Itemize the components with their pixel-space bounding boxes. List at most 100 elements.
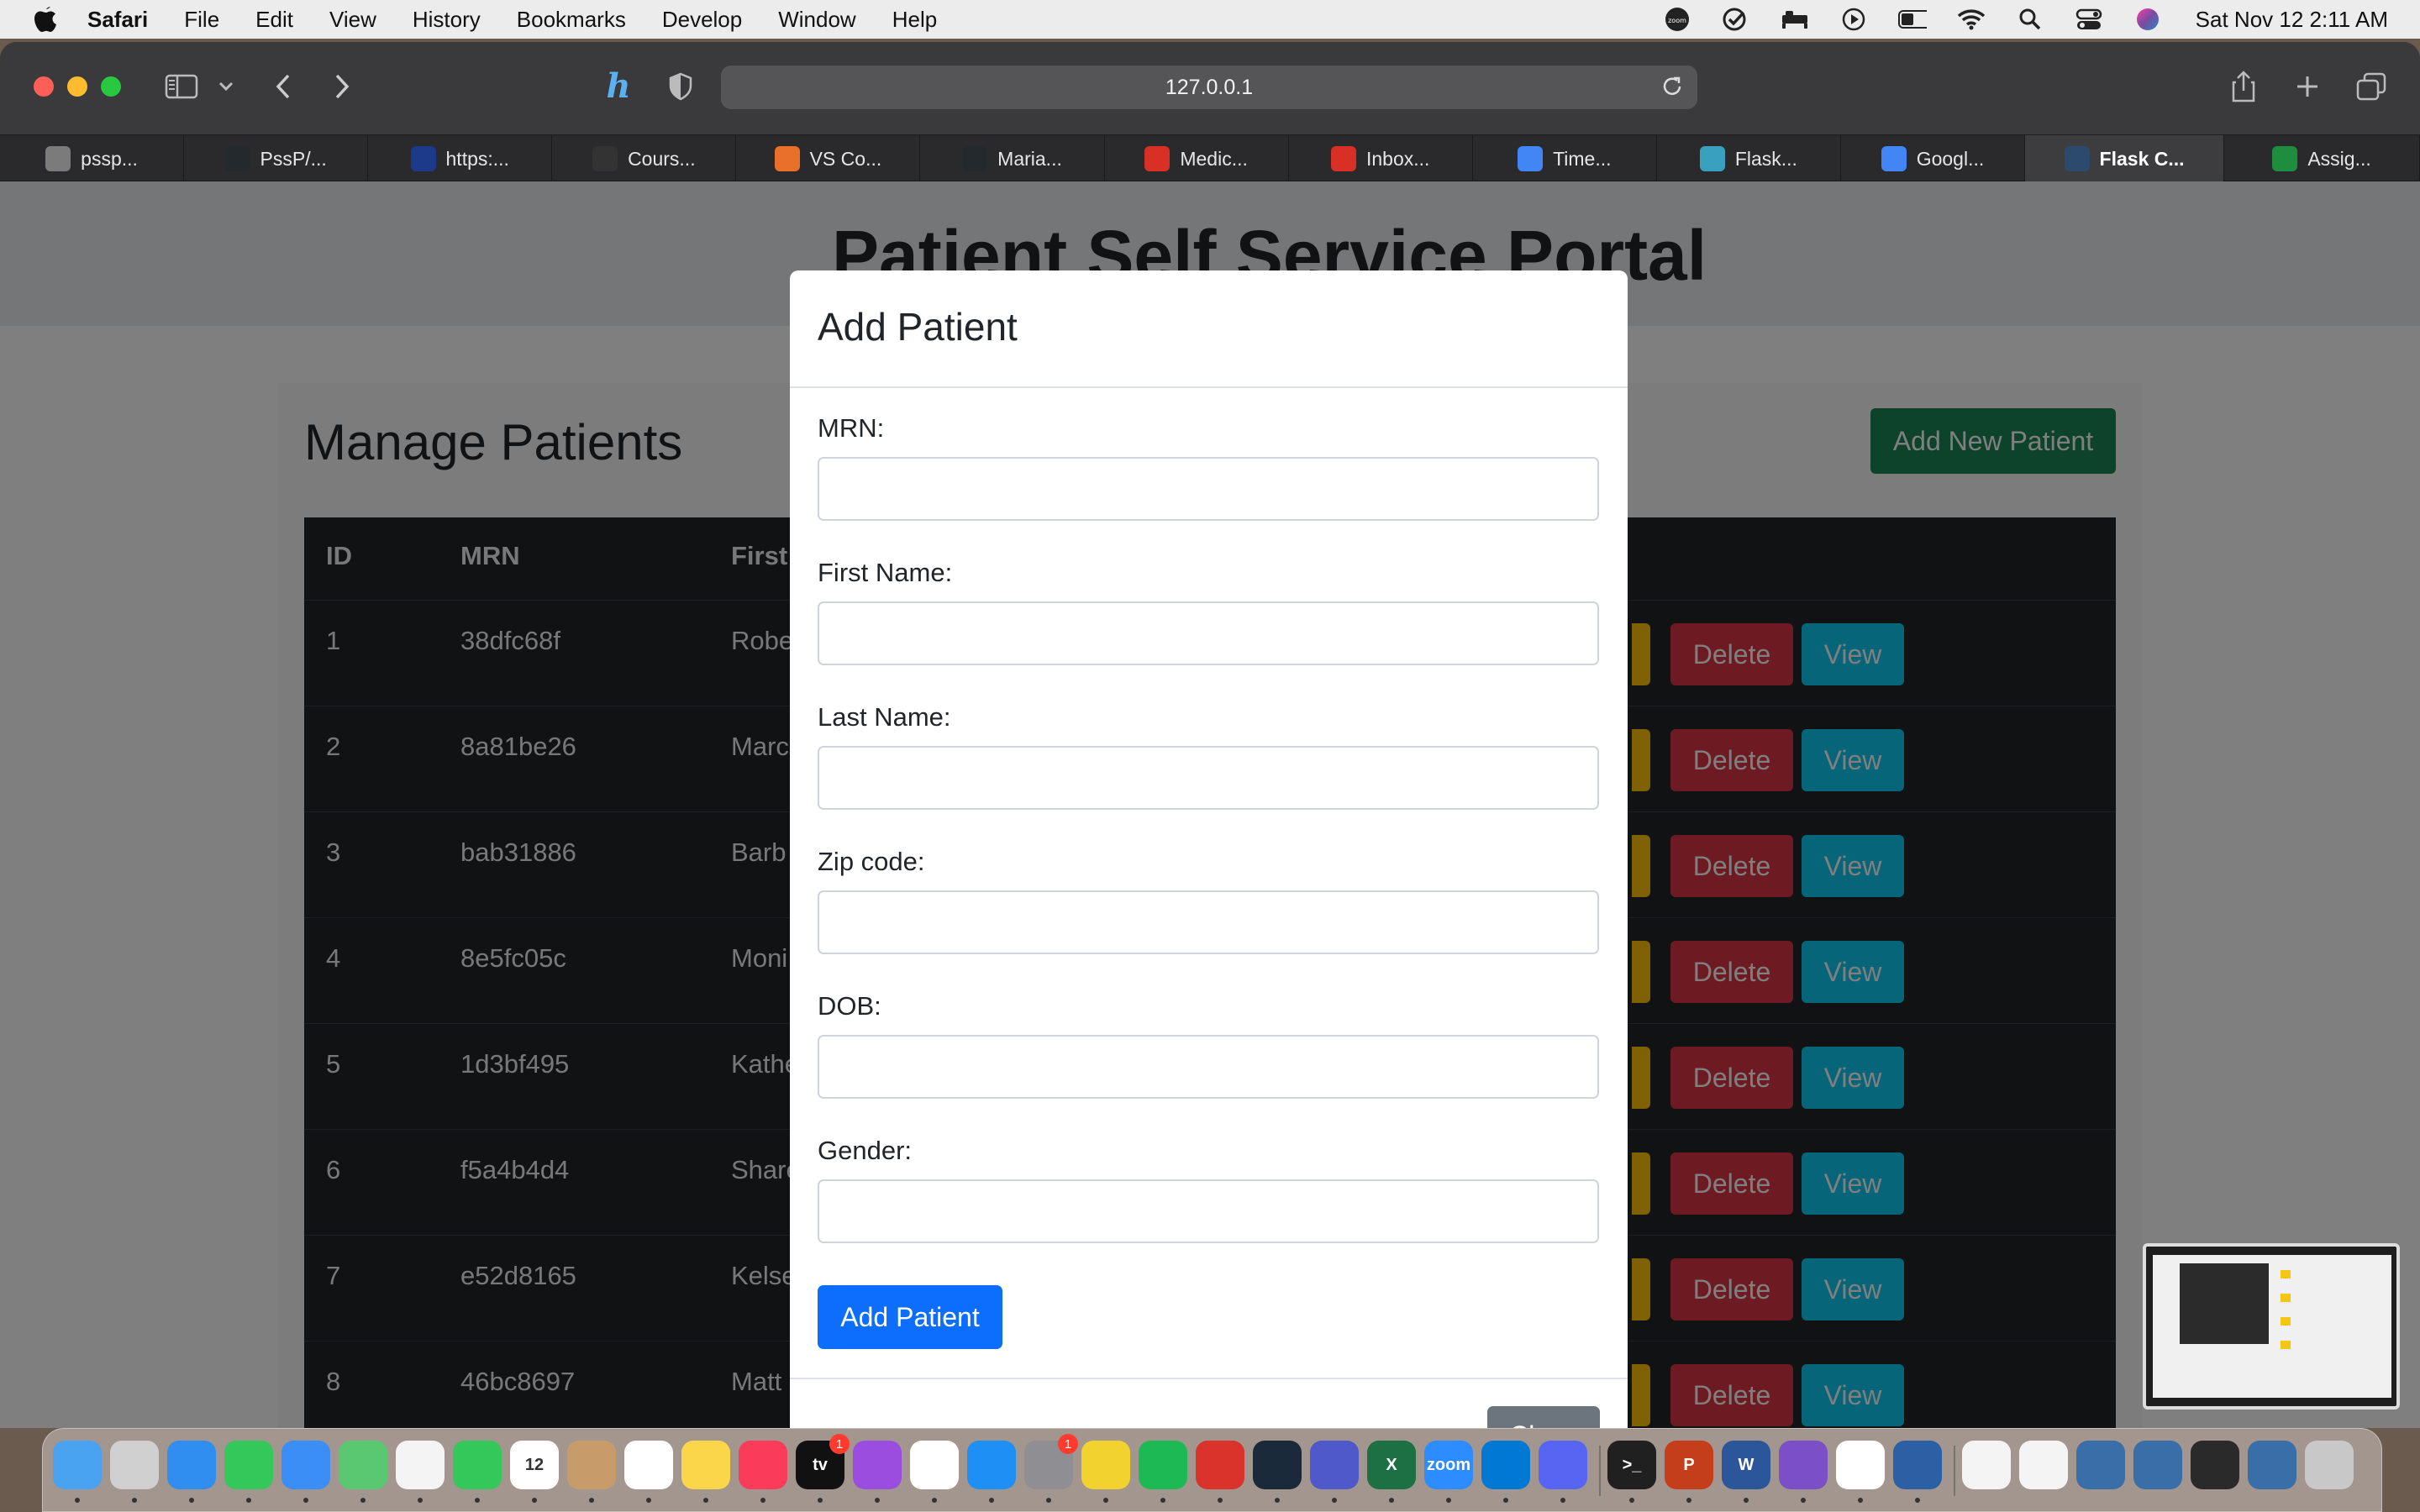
honey-extension-icon[interactable]: h xyxy=(602,67,635,106)
share-icon[interactable] xyxy=(2228,67,2259,106)
reminders-icon[interactable] xyxy=(624,1441,673,1489)
todo-icon[interactable] xyxy=(1081,1441,1130,1489)
zoom-icon[interactable]: zoom xyxy=(1663,7,1691,32)
browser-tab[interactable]: Flask C... xyxy=(2025,135,2225,182)
mysql-workbench-icon[interactable] xyxy=(1893,1441,1942,1489)
mrn-field[interactable] xyxy=(818,457,1599,521)
browser-tab[interactable]: Medic... xyxy=(1105,135,1289,182)
pip-window-thumbnail[interactable] xyxy=(2143,1243,2400,1410)
wifi-icon[interactable] xyxy=(1957,7,1986,32)
browser-tab[interactable]: PssP/... xyxy=(184,135,369,182)
running-indicator xyxy=(360,1498,366,1503)
contacts-icon[interactable] xyxy=(567,1441,616,1489)
first-name-field[interactable] xyxy=(818,601,1599,665)
menu-clock[interactable]: Sat Nov 12 2:11 AM xyxy=(2196,7,2388,33)
menu-window[interactable]: Window xyxy=(778,7,855,33)
trash-icon[interactable] xyxy=(2305,1441,2354,1489)
github-desktop-icon[interactable] xyxy=(1779,1441,1828,1489)
bed-icon[interactable] xyxy=(1781,7,1809,32)
teams-icon[interactable] xyxy=(1310,1441,1359,1489)
zip-code-field[interactable] xyxy=(818,890,1599,954)
terminal-icon[interactable]: >_ xyxy=(1607,1441,1656,1489)
finder-icon[interactable] xyxy=(53,1441,102,1489)
battery-icon[interactable] xyxy=(1897,7,1927,32)
podcasts-icon[interactable] xyxy=(853,1441,902,1489)
browser-tab[interactable]: Inbox... xyxy=(1289,135,1473,182)
web-page: Patient Self Service Portal Manage Patie… xyxy=(0,181,2420,1428)
dob-field[interactable] xyxy=(818,1035,1599,1099)
menu-edit[interactable]: Edit xyxy=(255,7,293,33)
powerpoint-icon[interactable]: P xyxy=(1665,1441,1713,1489)
browser-tab[interactable]: Time... xyxy=(1473,135,1657,182)
discord-icon[interactable] xyxy=(1539,1441,1587,1489)
app-store-icon[interactable] xyxy=(967,1441,1016,1489)
checkmark-app-icon[interactable] xyxy=(1722,7,1750,32)
browser-tab[interactable]: Maria... xyxy=(920,135,1105,182)
search-icon[interactable] xyxy=(2016,7,2044,32)
news-icon[interactable] xyxy=(910,1441,959,1489)
launchpad-icon[interactable] xyxy=(110,1441,159,1489)
running-indicator xyxy=(475,1498,480,1503)
forward-icon[interactable] xyxy=(329,67,355,106)
document-icon[interactable] xyxy=(2019,1441,2068,1489)
browser-tab[interactable]: Assig... xyxy=(2224,135,2420,182)
add-patient-modal: Add Patient MRN: First Name: Last Name: … xyxy=(790,270,1628,1428)
messages-icon[interactable] xyxy=(224,1441,273,1489)
running-indicator xyxy=(1560,1498,1565,1503)
browser-tab[interactable]: pssp... xyxy=(0,135,185,182)
window-thumbnail-icon[interactable] xyxy=(2191,1441,2239,1489)
document-icon[interactable] xyxy=(1962,1441,2011,1489)
control-center-icon[interactable] xyxy=(2075,7,2103,32)
browser-tab[interactable]: VS Co... xyxy=(736,135,921,182)
mail-icon[interactable] xyxy=(281,1441,330,1489)
tab-label: Flask C... xyxy=(2099,147,2185,170)
sidebar-toggle-icon[interactable] xyxy=(163,67,200,106)
facetime-icon[interactable] xyxy=(453,1441,502,1489)
word-icon[interactable]: W xyxy=(1722,1441,1770,1489)
browser-tab[interactable]: https:... xyxy=(368,135,553,182)
play-circle-icon[interactable] xyxy=(1839,7,1868,32)
gender-field[interactable] xyxy=(818,1179,1599,1243)
vscode-window-icon[interactable] xyxy=(2076,1441,2125,1489)
photos-icon[interactable] xyxy=(396,1441,445,1489)
add-patient-submit-button[interactable]: Add Patient xyxy=(818,1285,1002,1349)
notes-icon[interactable] xyxy=(681,1441,730,1489)
app-menu-safari[interactable]: Safari xyxy=(87,7,148,33)
safari-icon[interactable] xyxy=(167,1441,216,1489)
kindle-icon[interactable] xyxy=(1253,1441,1302,1489)
chrome-icon[interactable] xyxy=(1836,1441,1885,1489)
chevron-down-icon[interactable] xyxy=(215,67,237,106)
maps-icon[interactable] xyxy=(339,1441,387,1489)
menu-bookmarks[interactable]: Bookmarks xyxy=(517,7,626,33)
menu-history[interactable]: History xyxy=(413,7,481,33)
menu-develop[interactable]: Develop xyxy=(662,7,742,33)
last-name-field[interactable] xyxy=(818,746,1599,810)
spotify-icon[interactable] xyxy=(1139,1441,1187,1489)
window-close-button[interactable] xyxy=(34,76,54,97)
apple-menu-icon[interactable] xyxy=(29,2,64,37)
menu-help[interactable]: Help xyxy=(892,7,937,33)
address-bar[interactable]: 127.0.0.1 xyxy=(721,66,1697,109)
vscode-window-icon[interactable] xyxy=(2248,1441,2296,1489)
back-icon[interactable] xyxy=(271,67,296,106)
music-icon[interactable] xyxy=(739,1441,787,1489)
browser-tab[interactable]: Googl... xyxy=(1841,135,2026,182)
privacy-shield-icon[interactable] xyxy=(666,67,696,106)
browser-tab[interactable]: Flask... xyxy=(1657,135,1841,182)
excel-icon[interactable]: X xyxy=(1367,1441,1416,1489)
menu-view[interactable]: View xyxy=(329,7,376,33)
siri-icon[interactable] xyxy=(2133,7,2162,32)
vscode-icon[interactable] xyxy=(1481,1441,1530,1489)
window-fullscreen-button[interactable] xyxy=(101,76,121,97)
calendar-icon[interactable]: 12 xyxy=(510,1441,559,1489)
window-minimize-button[interactable] xyxy=(67,76,87,97)
zoom-icon[interactable]: zoom xyxy=(1424,1441,1473,1489)
browser-tab[interactable]: Cours... xyxy=(552,135,737,182)
menu-file[interactable]: File xyxy=(184,7,219,33)
reload-icon[interactable] xyxy=(1660,76,1684,105)
pdf-app-icon[interactable] xyxy=(1196,1441,1244,1489)
new-tab-icon[interactable] xyxy=(2292,67,2323,106)
tab-overview-icon[interactable] xyxy=(2354,67,2388,106)
vscode-window-icon[interactable] xyxy=(2133,1441,2182,1489)
close-modal-button[interactable]: Close xyxy=(1487,1406,1600,1428)
